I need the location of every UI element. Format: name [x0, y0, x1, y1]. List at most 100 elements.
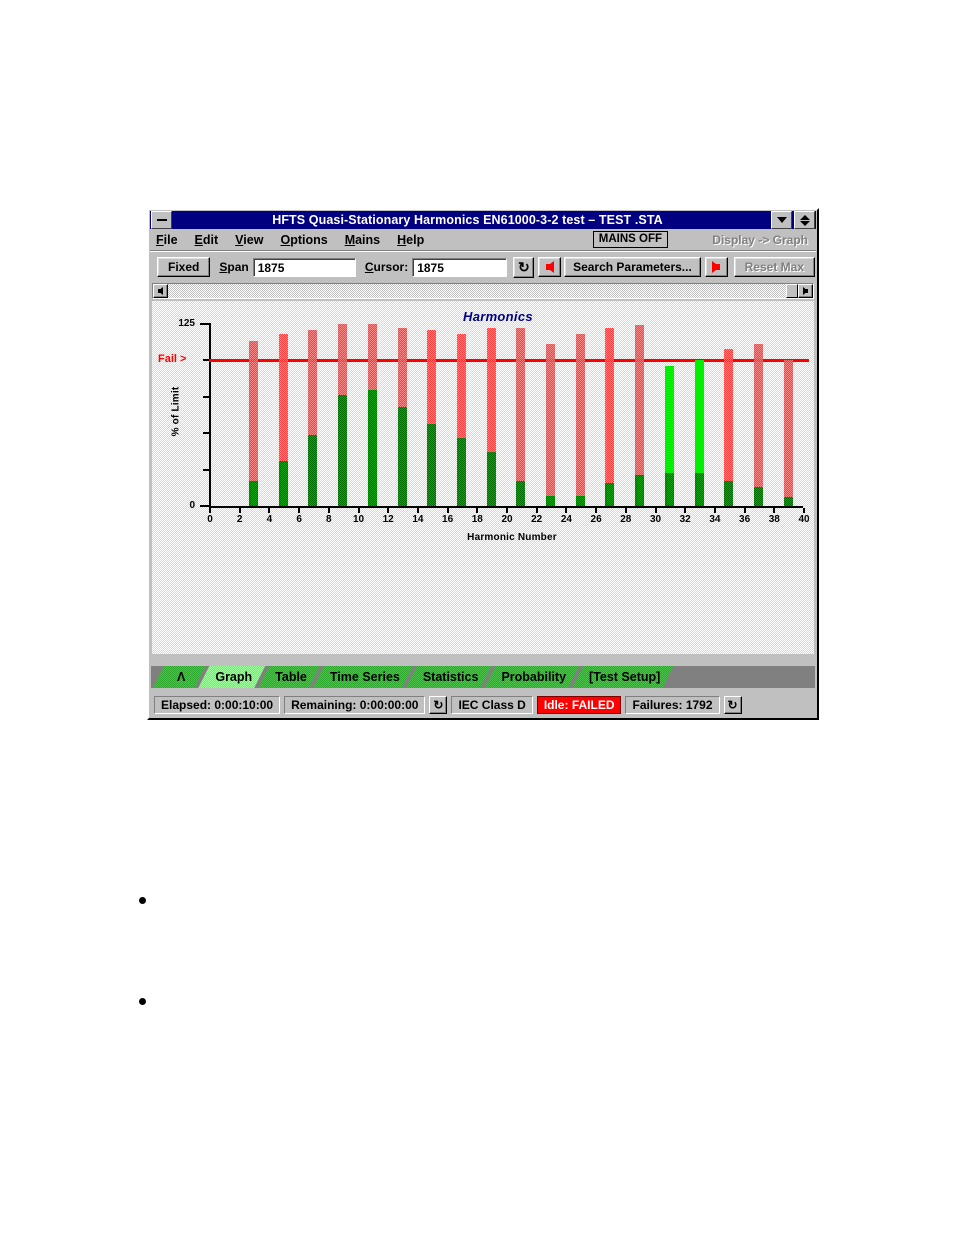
bar-measured-segment	[456, 437, 466, 506]
x-tick-label: 28	[620, 514, 632, 525]
bar-harmonic-33[interactable]	[694, 360, 704, 506]
x-tick	[268, 508, 271, 513]
bar-harmonic-37[interactable]	[753, 344, 763, 506]
bar-measured-segment	[783, 497, 793, 506]
refresh-icon: ↻	[517, 259, 530, 275]
y-minor-tick	[203, 395, 209, 398]
prev-param-button[interactable]	[538, 257, 562, 277]
fixed-button[interactable]: Fixed	[157, 257, 211, 277]
tab-label: Time Series	[329, 670, 400, 684]
bar-max-segment	[308, 329, 318, 435]
bar-harmonic-3[interactable]	[249, 341, 259, 506]
status-refresh-button-2[interactable]: ↻	[723, 696, 742, 714]
tab-time-series[interactable]: Time Series	[313, 666, 413, 688]
bar-harmonic-31[interactable]	[664, 366, 674, 506]
title-bar: HFTS Quasi-Stationary Harmonics EN61000-…	[150, 211, 816, 229]
x-tick-label: 16	[442, 514, 454, 525]
tab-statistics[interactable]: Statistics	[406, 666, 492, 688]
tab-graph[interactable]: Graph	[198, 666, 265, 688]
status-remaining: Remaining: 0:00:00:00	[284, 696, 426, 714]
cursor-input[interactable]: 1875	[412, 257, 508, 277]
tab-label: Λ	[177, 670, 186, 684]
tab-test-setup[interactable]: [Test Setup]	[572, 666, 673, 688]
bar-harmonic-9[interactable]	[338, 324, 348, 506]
bar-harmonic-15[interactable]	[427, 329, 437, 506]
status-iec-class: IEC Class D	[451, 696, 533, 714]
x-tick	[684, 508, 687, 513]
span-input[interactable]: 1875	[252, 257, 356, 277]
tab-label: [Test Setup]	[589, 670, 661, 684]
menu-view[interactable]: View	[235, 233, 263, 247]
bar-max-segment	[664, 366, 674, 473]
x-tick-label: 36	[739, 514, 751, 525]
scrollbar-track[interactable]	[168, 284, 786, 298]
bar-harmonic-11[interactable]	[367, 324, 377, 506]
scroll-left-button[interactable]	[153, 284, 168, 298]
x-tick-label: 4	[266, 514, 273, 525]
bullet-point	[139, 897, 146, 904]
bar-max-segment	[694, 360, 704, 473]
bar-measured-segment	[694, 472, 704, 506]
bar-harmonic-7[interactable]	[308, 329, 318, 506]
bar-harmonic-35[interactable]	[724, 348, 734, 506]
bar-harmonic-25[interactable]	[575, 334, 585, 506]
minimize-icon	[776, 217, 787, 223]
bar-harmonic-21[interactable]	[516, 328, 526, 506]
horizontal-scrollbar[interactable]	[152, 283, 814, 299]
bar-harmonic-13[interactable]	[397, 328, 407, 506]
bar-measured-segment	[427, 424, 437, 506]
menu-file[interactable]: File	[156, 233, 178, 247]
tab-label: Probability	[501, 670, 567, 684]
bar-measured-segment	[724, 481, 734, 506]
bar-measured-segment	[664, 472, 674, 506]
search-parameters-button[interactable]: Search Parameters...	[564, 257, 701, 277]
scroll-right-button[interactable]	[798, 284, 813, 298]
reset-max-button[interactable]: Reset Max	[733, 257, 815, 277]
tab-scroll-prev[interactable]: Λ	[153, 666, 205, 688]
window-menu-button[interactable]	[151, 211, 172, 229]
x-tick-label: 14	[412, 514, 424, 525]
bar-measured-segment	[635, 475, 645, 506]
bar-max-segment	[249, 341, 259, 482]
x-tick	[624, 508, 627, 513]
bar-max-segment	[486, 328, 496, 453]
harmonics-chart[interactable]: Harmonics % of Limit Harmonic Number 0 12…	[152, 301, 814, 654]
restore-button[interactable]	[794, 211, 815, 229]
bar-harmonic-27[interactable]	[605, 328, 615, 506]
bar-harmonic-23[interactable]	[546, 344, 556, 506]
x-tick	[565, 508, 568, 513]
x-tick	[595, 508, 598, 513]
menu-options[interactable]: Options	[280, 233, 327, 247]
bar-measured-segment	[367, 389, 377, 506]
next-param-button[interactable]	[704, 257, 728, 277]
tab-table[interactable]: Table	[258, 666, 320, 688]
bar-measured-segment	[397, 406, 407, 506]
menu-edit[interactable]: Edit	[195, 233, 219, 247]
refresh-icon: ↻	[727, 698, 738, 712]
x-tick-label: 12	[382, 514, 394, 525]
tab-probability[interactable]: Probability	[484, 666, 579, 688]
bar-harmonic-29[interactable]	[635, 325, 645, 506]
minimize-button[interactable]	[771, 211, 792, 229]
refresh-button[interactable]: ↻	[513, 256, 535, 278]
x-tick	[357, 508, 360, 513]
scrollbar-thumb[interactable]	[786, 284, 798, 298]
menu-mains[interactable]: Mains	[345, 233, 380, 247]
bar-harmonic-17[interactable]	[456, 334, 466, 506]
bar-max-segment	[397, 328, 407, 407]
bar-harmonic-39[interactable]	[783, 360, 793, 506]
scroll-left-icon	[158, 287, 163, 295]
restore-icon	[799, 214, 810, 226]
bar-max-segment	[753, 344, 763, 488]
bar-max-segment	[367, 324, 377, 390]
bar-max-segment	[278, 334, 288, 461]
menu-help[interactable]: Help	[397, 233, 424, 247]
bar-harmonic-19[interactable]	[486, 328, 496, 506]
bar-harmonic-5[interactable]	[278, 334, 288, 506]
x-tick	[209, 508, 211, 513]
status-refresh-button-1[interactable]: ↻	[429, 696, 448, 714]
y-tick	[200, 323, 209, 325]
x-tick	[803, 508, 805, 513]
y-tick	[200, 505, 209, 507]
mains-status-indicator[interactable]: MAINS OFF	[592, 231, 668, 248]
